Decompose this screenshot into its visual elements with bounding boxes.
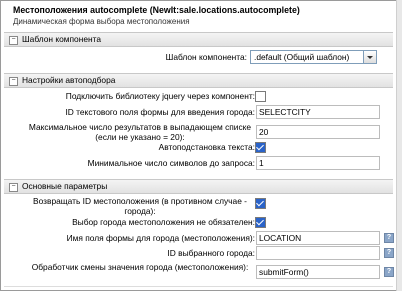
return-id-row: Возвращать ID местоположения (в противно… bbox=[4, 196, 393, 216]
handler-input[interactable]: submitForm() bbox=[256, 265, 380, 279]
scrollbar[interactable] bbox=[396, 0, 402, 291]
autocomplete-row: Автоподстановка текста: bbox=[4, 142, 393, 154]
selected-id-input[interactable] bbox=[256, 246, 380, 260]
help-icon[interactable]: ? bbox=[384, 233, 394, 243]
autocomplete-checkbox[interactable] bbox=[255, 142, 266, 153]
handler-label: Обработчик смены значения города (местоп… bbox=[31, 262, 249, 272]
chevron-down-icon[interactable] bbox=[363, 51, 376, 63]
field-name-row: Имя поля формы для города (местоположени… bbox=[4, 231, 394, 245]
field-name-input[interactable]: LOCATION bbox=[256, 231, 380, 245]
template-select-value: .default (Общий шаблон) bbox=[254, 52, 350, 62]
section-title: Основные параметры bbox=[22, 181, 108, 191]
template-row: Шаблон компонента: .default (Общий шабло… bbox=[4, 50, 393, 65]
help-icon[interactable]: ? bbox=[384, 267, 394, 277]
text-field-id-row: ID текстового поля формы для введения го… bbox=[4, 105, 393, 119]
min-chars-input[interactable]: 1 bbox=[256, 156, 380, 170]
min-chars-row: Минимальное число символов до запроса: 1 bbox=[4, 156, 393, 170]
template-select[interactable]: .default (Общий шаблон) bbox=[250, 50, 377, 64]
min-chars-label: Минимальное число символов до запроса: bbox=[87, 158, 255, 168]
max-results-input[interactable]: 20 bbox=[256, 125, 380, 139]
text-field-id-input[interactable]: SELECTCITY bbox=[256, 105, 380, 119]
template-label: Шаблон компонента: bbox=[165, 52, 247, 62]
not-required-label: Выбор города местоположения не обязателе… bbox=[72, 217, 255, 227]
autocomplete-label: Автоподстановка текста: bbox=[158, 142, 255, 152]
max-results-label: Максимальное число результатов в выпадаю… bbox=[28, 122, 252, 142]
selected-id-row: ID выбранного города: ? bbox=[4, 246, 394, 260]
handler-row: Обработчик смены значения города (местоп… bbox=[4, 261, 394, 283]
divider bbox=[4, 286, 393, 287]
page-subtitle: Динамическая форма выбора местоположения bbox=[13, 17, 190, 26]
help-icon[interactable]: ? bbox=[384, 248, 394, 258]
panel-header: Местоположения autocomplete (NewIt:sale.… bbox=[1, 1, 397, 31]
jquery-label: Подключить библиотеку jquery через компо… bbox=[65, 91, 255, 101]
section-header-base[interactable]: − Основные параметры bbox=[4, 179, 393, 194]
return-id-label: Возвращать ID местоположения (в противно… bbox=[33, 196, 247, 216]
collapse-icon[interactable]: − bbox=[9, 36, 18, 45]
section-title: Настройки автоподбора bbox=[22, 75, 116, 85]
selected-id-label: ID выбранного города: bbox=[167, 248, 255, 258]
not-required-row: Выбор города местоположения не обязателе… bbox=[4, 217, 393, 229]
jquery-row: Подключить библиотеку jquery через компо… bbox=[4, 91, 393, 103]
jquery-checkbox[interactable] bbox=[255, 91, 266, 102]
field-name-label: Имя поля формы для города (местоположени… bbox=[66, 233, 255, 243]
max-results-row: Максимальное число результатов в выпадаю… bbox=[4, 121, 393, 143]
not-required-checkbox[interactable] bbox=[255, 217, 266, 228]
section-header-template[interactable]: − Шаблон компонента bbox=[4, 32, 393, 47]
return-id-checkbox[interactable] bbox=[255, 198, 266, 209]
collapse-icon[interactable]: − bbox=[9, 183, 18, 192]
page-title: Местоположения autocomplete (NewIt:sale.… bbox=[13, 5, 300, 15]
section-header-ajax[interactable]: − Настройки автоподбора bbox=[4, 73, 393, 88]
text-field-id-label: ID текстового поля формы для введения го… bbox=[65, 107, 255, 117]
component-settings-panel: Местоположения autocomplete (NewIt:sale.… bbox=[0, 0, 402, 291]
section-title: Шаблон компонента bbox=[22, 34, 102, 44]
collapse-icon[interactable]: − bbox=[9, 77, 18, 86]
